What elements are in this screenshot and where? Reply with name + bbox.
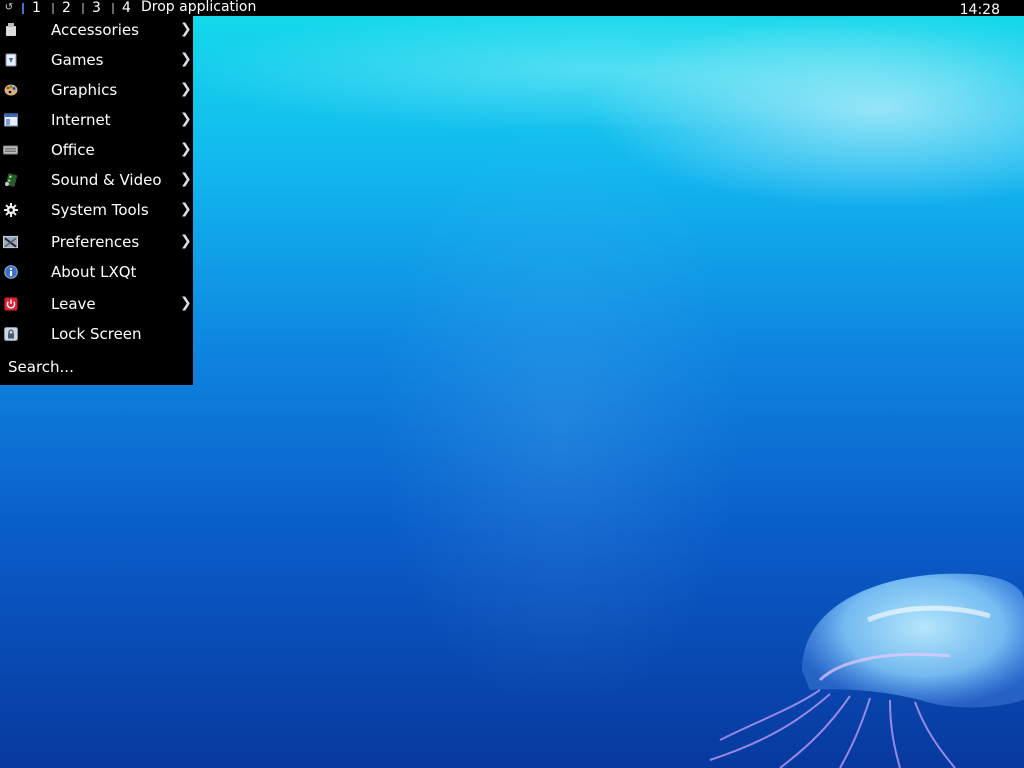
menu-item-sound-video[interactable]: Sound & Video ❯ [0,166,193,194]
accessories-icon [3,23,18,37]
desktop-switch-3[interactable]: 3 [82,0,101,16]
menu-item-lock-screen[interactable]: Lock Screen [0,320,193,348]
menu-item-label: Preferences [51,233,140,251]
graphics-palette-icon [3,83,18,97]
top-panel: ↺ 1 2 3 4 Drop application 14:28 [0,0,1024,18]
chevron-right-icon: ❯ [180,171,192,187]
power-icon [3,297,18,311]
quicklaunch-drop-area[interactable]: Drop application [141,0,256,15]
desktop-indicator-bar [112,2,114,14]
info-icon [3,265,18,279]
chevron-right-icon: ❯ [180,201,192,217]
main-menu: Accessories ❯ Games ❯ Graphics ❯ Interne… [0,16,193,385]
chevron-right-icon: ❯ [180,21,192,37]
chevron-right-icon: ❯ [180,81,192,97]
lock-icon [3,327,18,341]
desktop-number: 1 [32,0,41,16]
lxqt-logo-icon[interactable]: ↺ [4,2,14,14]
desktop-switch-1[interactable]: 1 [22,0,41,16]
menu-item-label: Sound & Video [51,171,162,189]
menu-item-label: Games [51,51,104,69]
menu-item-label: Graphics [51,81,118,99]
menu-item-accessories[interactable]: Accessories ❯ [0,16,193,44]
chevron-right-icon: ❯ [180,233,192,249]
menu-item-label: Internet [51,111,111,129]
menu-item-games[interactable]: Games ❯ [0,46,193,74]
menu-item-label: About LXQt [51,263,137,281]
menu-item-leave[interactable]: Leave ❯ [0,290,193,318]
desktop-indicator-bar [52,2,54,14]
menu-item-system-tools[interactable]: System Tools ❯ [0,196,193,224]
chevron-right-icon: ❯ [180,295,192,311]
menu-item-label: System Tools [51,201,149,219]
multimedia-icon [3,173,18,187]
internet-icon [3,113,18,127]
desktop-indicator-bar [22,2,24,14]
search-input[interactable]: Search... [8,358,74,376]
menu-item-label: Lock Screen [51,325,142,343]
desktop-indicator-bar [82,2,84,14]
desktop-number: 2 [62,0,71,16]
menu-item-about-lxqt[interactable]: About LXQt [0,258,193,286]
menu-item-internet[interactable]: Internet ❯ [0,106,193,134]
games-icon [3,53,18,67]
gear-icon [3,203,18,217]
desktop-number: 3 [92,0,101,16]
preferences-icon [3,235,18,249]
menu-item-label: Accessories [51,21,139,39]
chevron-right-icon: ❯ [180,51,192,67]
desktop-number: 4 [122,0,131,16]
chevron-right-icon: ❯ [180,141,192,157]
jellyfish-wallpaper-detail [709,573,1024,768]
menu-item-office[interactable]: Office ❯ [0,136,193,164]
desktop-switch-4[interactable]: 4 [112,0,131,16]
menu-item-preferences[interactable]: Preferences ❯ [0,228,193,256]
clock[interactable]: 14:28 [960,2,1000,18]
menu-item-label: Leave [51,295,96,313]
chevron-right-icon: ❯ [180,111,192,127]
desktop-switch-2[interactable]: 2 [52,0,71,16]
menu-item-label: Office [51,141,95,159]
menu-item-graphics[interactable]: Graphics ❯ [0,76,193,104]
office-icon [3,143,18,157]
